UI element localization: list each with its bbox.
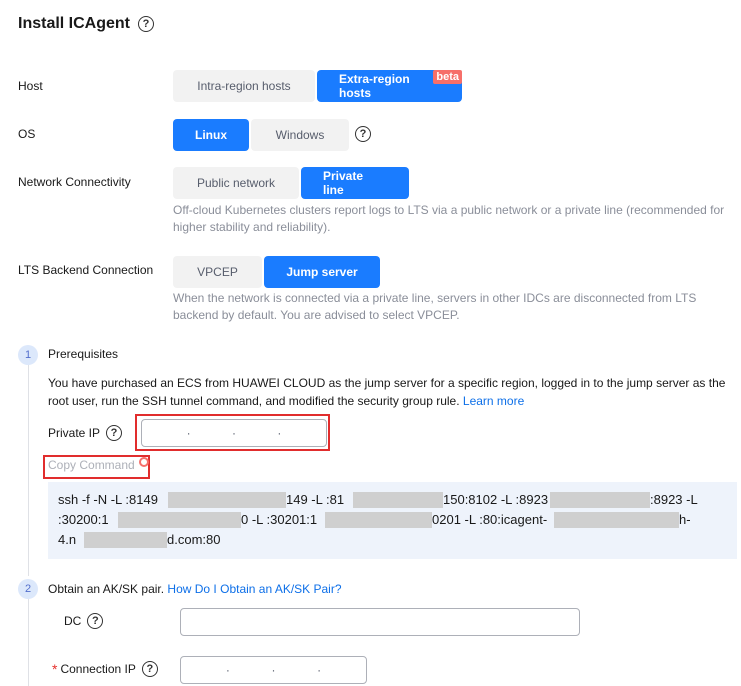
dc-select[interactable]: [180, 608, 580, 636]
step-2-number: 2: [18, 579, 38, 599]
command-segment: ssh -f -N -L :8149: [58, 492, 158, 507]
command-segment: d.com:80: [167, 532, 221, 547]
command-segment: 150:8102 -L :8923: [443, 492, 549, 507]
help-icon[interactable]: ?: [138, 16, 155, 32]
command-segment: 149 -L :81: [286, 492, 345, 507]
dc-help-icon[interactable]: ?: [87, 613, 104, 629]
backend-hint: When the network is connected via a priv…: [173, 291, 697, 322]
step-1-description-text: You have purchased an ECS from HUAWEI CL…: [48, 376, 726, 408]
command-segment: 0 -L :30201:1: [241, 512, 318, 527]
redacted-block: [84, 532, 167, 548]
os-option-linux[interactable]: Linux: [173, 119, 249, 151]
connection-ip-label: * Connection IP ?: [52, 661, 158, 677]
network-selector: Public network Private line: [173, 167, 409, 199]
private-ip-label-text: Private IP: [48, 426, 101, 440]
learn-more-link[interactable]: Learn more: [463, 394, 524, 408]
command-segment: 4.n: [58, 532, 77, 547]
ssh-command-box: ssh -f -N -L :8149 149 -L :81 150:8102 -…: [48, 482, 737, 559]
dc-label: DC ?: [64, 613, 104, 629]
step-connector: [28, 598, 29, 686]
connection-ip-help-icon[interactable]: ?: [141, 661, 158, 677]
redacted-block: [118, 512, 241, 528]
command-segment: :30200:1: [58, 512, 109, 527]
step-1-number: 1: [18, 345, 38, 365]
backend-label: LTS Backend Connection: [18, 263, 154, 277]
step-connector: [28, 364, 29, 576]
backend-option-vpcep[interactable]: VPCEP: [173, 256, 262, 288]
private-ip-input[interactable]: · · ·: [141, 419, 327, 447]
step-1-title: Prerequisites: [48, 347, 119, 361]
step-2-title-text: Obtain an AK/SK pair.: [48, 582, 165, 596]
redacted-block: [353, 492, 443, 508]
copy-command-label: Copy Command: [48, 458, 135, 472]
loading-icon: [138, 457, 149, 467]
page-title-text: Install ICAgent: [18, 15, 131, 32]
command-segment: h-: [679, 512, 691, 527]
os-option-windows[interactable]: Windows: [251, 119, 349, 151]
redacted-block: [554, 512, 679, 528]
command-segment: 0201 -L :80:icagent-: [432, 512, 548, 527]
os-selector: Linux Windows: [173, 119, 349, 151]
command-line-1: ssh -f -N -L :8149 149 -L :81 150:8102 -…: [58, 490, 727, 510]
backend-selector: VPCEP Jump server: [173, 256, 380, 288]
ip-separators: · · ·: [186, 426, 282, 440]
copy-command-button[interactable]: Copy Command: [48, 457, 149, 472]
host-option-intra-region[interactable]: Intra-region hosts: [173, 70, 315, 102]
command-segment: :8923 -L: [650, 492, 698, 507]
host-option-extra-region-label: Extra-region hosts: [339, 72, 410, 100]
required-marker: *: [52, 661, 58, 677]
private-ip-help-icon[interactable]: ?: [106, 425, 123, 441]
page-title: Install ICAgent ?: [18, 15, 155, 33]
aksk-help-link[interactable]: How Do I Obtain an AK/SK Pair?: [167, 582, 341, 596]
redacted-block: [168, 492, 286, 508]
beta-badge: beta: [433, 70, 462, 84]
network-label: Network Connectivity: [18, 175, 131, 189]
network-option-public[interactable]: Public network: [173, 167, 299, 199]
host-selector: Intra-region hosts Extra-region hosts be…: [173, 70, 462, 102]
connection-ip-input[interactable]: · · ·: [180, 656, 367, 684]
backend-option-jump-server[interactable]: Jump server: [264, 256, 380, 288]
command-line-3: 4.n d.com:80: [58, 530, 727, 550]
network-hint: Off-cloud Kubernetes clusters report log…: [173, 203, 725, 234]
ip-separators: · · ·: [225, 663, 322, 677]
redacted-block: [550, 492, 650, 508]
redacted-block: [325, 512, 432, 528]
os-label: OS: [18, 127, 36, 141]
command-line-2: :30200:1 0 -L :30201:1 0201 -L :80:icage…: [58, 510, 727, 530]
step-2-title: Obtain an AK/SK pair. How Do I Obtain an…: [48, 582, 342, 596]
connection-ip-label-text: Connection IP: [60, 662, 136, 676]
host-option-extra-region[interactable]: Extra-region hosts beta: [317, 70, 462, 102]
network-option-private-line[interactable]: Private line: [301, 167, 409, 199]
dc-label-text: DC: [64, 614, 82, 628]
private-ip-label: Private IP ?: [48, 425, 123, 441]
host-label: Host: [18, 79, 43, 93]
os-help-icon[interactable]: ?: [355, 126, 371, 142]
step-1-description: You have purchased an ECS from HUAWEI CL…: [48, 374, 736, 410]
